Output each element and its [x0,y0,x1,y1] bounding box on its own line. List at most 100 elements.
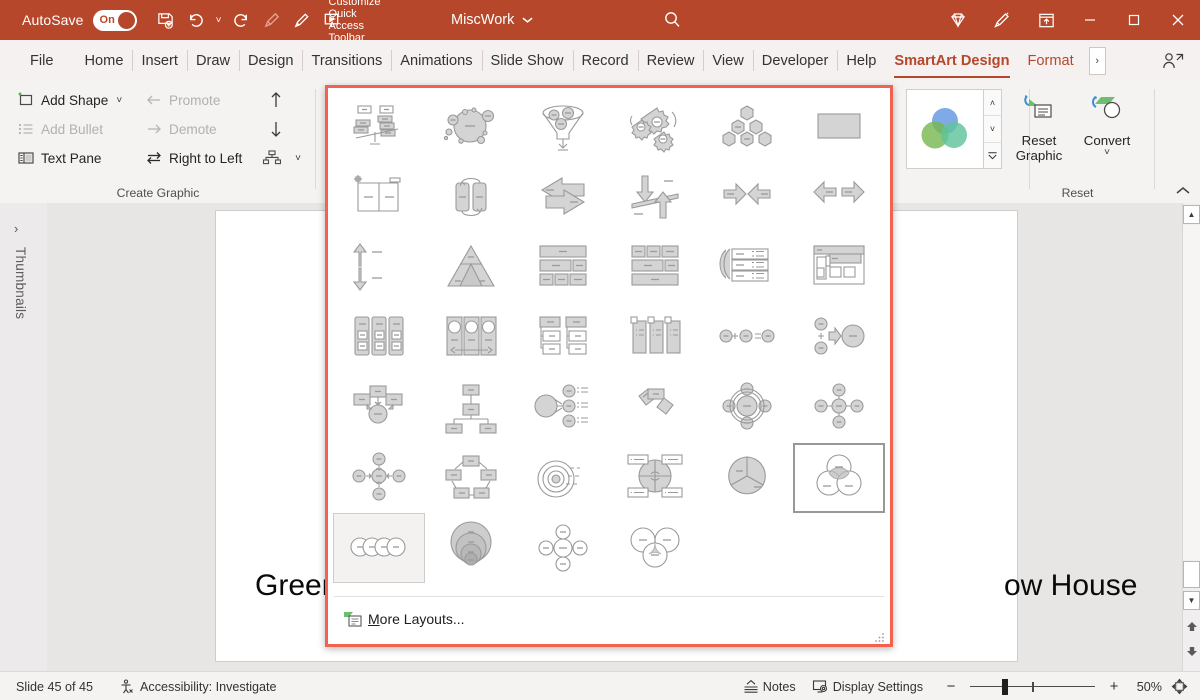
block-cycle-layout[interactable] [425,443,517,513]
maximize-button[interactable] [1112,0,1156,40]
redo-icon[interactable] [227,5,257,35]
quadrant-cycle-layout[interactable] [609,443,701,513]
text-pane-button[interactable]: Text Pane [12,145,105,171]
tab-developer[interactable]: Developer [753,40,838,81]
tab-help[interactable]: Help [837,40,885,81]
linear-venn-layout[interactable] [333,513,425,583]
undo-dropdown-caret[interactable]: ˅ [211,5,227,35]
grouped-blocks-layout[interactable] [517,233,609,303]
thumbnails-expand-chevron-icon[interactable]: › [14,221,18,236]
slide-text-right[interactable]: ow House [1004,569,1137,603]
search-icon[interactable] [662,0,684,40]
zoom-slider[interactable] [970,677,1095,697]
overlapping-circles-layout[interactable] [609,513,701,583]
tab-draw[interactable]: Draw [187,40,239,81]
tab-home[interactable]: Home [76,40,133,81]
pie-segments-layout[interactable] [701,443,793,513]
circle-picture-list-layout[interactable] [425,303,517,373]
tab-record[interactable]: Record [573,40,638,81]
display-settings-button[interactable]: Display Settings [806,675,929,698]
collapse-ribbon-button[interactable] [1172,181,1194,201]
tab-smartart-design[interactable]: SmartArt Design [885,40,1018,81]
ribbon-display-options-icon[interactable] [1024,0,1068,40]
process-boxes-circle-layout[interactable] [333,373,425,443]
previous-slide-button[interactable] [1183,617,1200,636]
tab-format[interactable]: Format [1019,40,1083,81]
style-gallery-more-button[interactable] [984,143,1001,168]
circle-bullet-list-layout[interactable] [517,373,609,443]
scrollbar-thumb[interactable] [1183,561,1200,588]
reset-graphic-button[interactable]: Reset Graphic [1008,89,1070,164]
tab-view[interactable]: View [703,40,752,81]
opposing-arrows-boxes-layout[interactable] [793,93,885,163]
document-title[interactable]: MiscWork [451,0,533,40]
smartart-style-preview[interactable] [906,89,984,169]
resize-grip-icon[interactable] [875,630,885,640]
plus-minus-grid-layout[interactable] [333,163,425,233]
reverse-cycle-layout[interactable] [425,163,517,233]
diverging-arrows-layout[interactable] [793,163,885,233]
counterbalance-arrows-layout[interactable] [517,163,609,233]
move-up-button[interactable] [262,87,295,113]
gears-layout[interactable] [609,93,701,163]
balance-list-layout[interactable] [333,93,425,163]
basic-venn-layout[interactable] [793,443,885,513]
zoom-out-button[interactable]: − [941,678,961,695]
customize-qat-caret[interactable]: Customize Quick Access Toolbar [347,5,363,35]
tab-review[interactable]: Review [638,40,704,81]
picture-grid-layout[interactable] [793,233,885,303]
fit-slide-to-window-button[interactable] [1166,678,1192,695]
accessibility-status[interactable]: Accessibility: Investigate [113,675,283,698]
more-layouts-menu-item[interactable]: More Layouts... [334,604,874,634]
stacked-venn-layout[interactable] [425,513,517,583]
draw-pen-icon[interactable] [287,5,317,35]
block-matrix-layout[interactable] [609,233,701,303]
tab-transitions[interactable]: Transitions [302,40,391,81]
promote-button[interactable]: Promote [140,87,224,113]
tab-file[interactable]: File [18,40,66,81]
tab-slide-show[interactable]: Slide Show [482,40,573,81]
close-button[interactable] [1156,0,1200,40]
demote-button[interactable]: Demote [140,116,221,142]
diamond-premium-icon[interactable] [936,0,980,40]
honeycomb-layout[interactable] [701,93,793,163]
radial-cluster-layout[interactable] [793,373,885,443]
diamond-boxes-layout[interactable] [609,373,701,443]
scroll-down-button[interactable]: ▼ [1183,591,1200,610]
tab-insert[interactable]: Insert [132,40,187,81]
move-down-button[interactable] [262,116,295,142]
autosave-toggle[interactable]: On [93,10,137,31]
scroll-up-button[interactable]: ▲ [1183,205,1200,224]
zoom-level-label[interactable]: 50% [1124,680,1162,694]
tab-overflow-button[interactable]: › [1089,47,1106,75]
convert-button[interactable]: Convert ˅ [1076,89,1138,158]
minimize-button[interactable] [1068,0,1112,40]
equation-layout[interactable] [701,303,793,373]
undo-icon[interactable] [181,5,211,35]
zoom-in-button[interactable]: + [1104,678,1124,695]
ink-replay-icon[interactable] [257,5,287,35]
share-person-icon[interactable] [1156,46,1190,76]
add-shape-caret[interactable]: ˅ [112,88,126,112]
converging-arrows-layout[interactable] [701,163,793,233]
cycle-matrix-layout[interactable] [701,373,793,443]
convert-caret[interactable]: ˅ [1104,148,1110,158]
hierarchy-list-layout[interactable] [517,303,609,373]
notes-button[interactable]: Notes [737,675,802,698]
bubble-cluster-layout[interactable] [425,93,517,163]
vertical-scrollbar[interactable]: ▲ ▼ [1182,203,1200,671]
add-shape-button[interactable]: Add Shape [12,87,112,113]
designer-pen-icon[interactable] [980,0,1024,40]
style-scroll-down-button[interactable]: ˅ [984,116,1001,142]
tab-design[interactable]: Design [239,40,302,81]
org-chart-layout[interactable] [425,373,517,443]
layout-button[interactable] [258,145,291,171]
nested-triangle-layout[interactable] [425,233,517,303]
vertical-bullet-list-layout[interactable] [609,303,701,373]
arrow-equation-layout[interactable] [793,303,885,373]
vertical-box-list-layout[interactable] [333,303,425,373]
radial-venn-layout[interactable] [517,513,609,583]
up-down-arrow-list-layout[interactable] [333,233,425,303]
thumbnails-pane[interactable]: › Thumbnails [0,203,48,671]
layout-caret[interactable]: ˅ [291,146,305,170]
